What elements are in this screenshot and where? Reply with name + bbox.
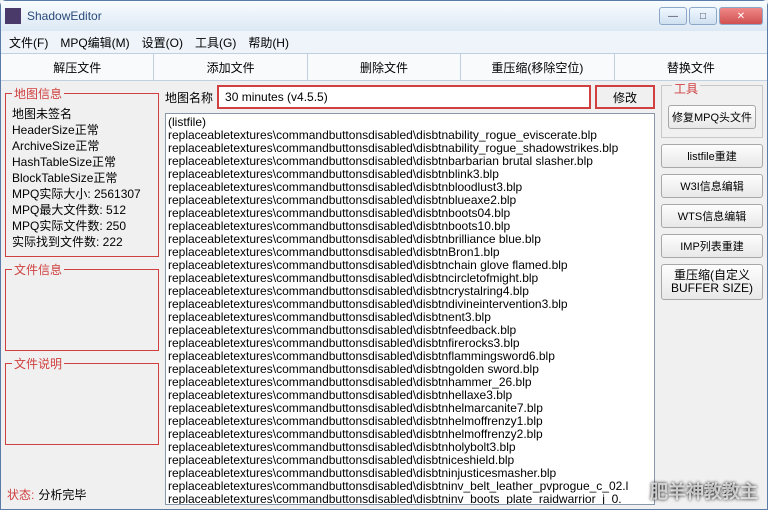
mapinfo-line: HashTableSize正常: [12, 154, 152, 170]
status-label: 状态:: [7, 486, 34, 503]
status-value: 分析完毕: [38, 486, 86, 503]
status-bar: 状态: 分析完毕: [5, 484, 159, 505]
app-icon: [5, 8, 21, 24]
file-listbox[interactable]: (listfile)replaceabletextures\commandbut…: [165, 113, 655, 505]
menu-help[interactable]: 帮助(H): [248, 34, 289, 51]
tools-legend: 工具: [672, 81, 700, 97]
mapinfo-line: HeaderSize正常: [12, 122, 152, 138]
tools-group: 工具 修复MPQ头文件: [661, 85, 763, 138]
mapinfo-group: 地图信息 地图未签名HeaderSize正常ArchiveSize正常HashT…: [5, 85, 159, 257]
mapinfo-line: MPQ实际大小: 2561307: [12, 186, 152, 202]
menubar: 文件(F) MPQ编辑(M) 设置(O) 工具(G) 帮助(H): [1, 31, 767, 53]
mapinfo-line: MPQ最大文件数: 512: [12, 202, 152, 218]
mapname-input[interactable]: [217, 85, 591, 109]
tbtn-extract[interactable]: 解压文件: [1, 54, 154, 80]
modify-button[interactable]: 修改: [595, 85, 655, 109]
tbtn-add[interactable]: 添加文件: [154, 54, 307, 80]
mapinfo-legend: 地图信息: [12, 85, 64, 102]
mapinfo-line: ArchiveSize正常: [12, 138, 152, 154]
menu-mpqedit[interactable]: MPQ编辑(M): [60, 34, 129, 51]
close-button[interactable]: ✕: [719, 7, 763, 25]
filedesc-legend: 文件说明: [12, 355, 64, 372]
file-row[interactable]: replaceabletextures\commandbuttonsdisabl…: [168, 493, 652, 505]
mapinfo-line: BlockTableSize正常: [12, 170, 152, 186]
center-panel: 地图名称 修改 (listfile)replaceabletextures\co…: [163, 81, 657, 509]
titlebar[interactable]: ShadowEditor — □ ✕: [1, 1, 767, 31]
right-panel: 工具 修复MPQ头文件 listfile重建 W3I信息编辑 WTS信息编辑 I…: [657, 81, 767, 509]
rbtn-fixmpq[interactable]: 修复MPQ头文件: [668, 105, 756, 129]
tbtn-replace[interactable]: 替换文件: [615, 54, 767, 80]
rbtn-listfile[interactable]: listfile重建: [661, 144, 763, 168]
mapinfo-line: MPQ实际文件数: 250: [12, 218, 152, 234]
menu-settings[interactable]: 设置(O): [142, 34, 183, 51]
menu-tools[interactable]: 工具(G): [195, 34, 236, 51]
rbtn-wts[interactable]: WTS信息编辑: [661, 204, 763, 228]
fileinfo-legend: 文件信息: [12, 261, 64, 278]
window-title: ShadowEditor: [27, 9, 659, 23]
left-panel: 地图信息 地图未签名HeaderSize正常ArchiveSize正常HashT…: [1, 81, 163, 509]
rbtn-recompress-custom[interactable]: 重压缩(自定义 BUFFER SIZE): [661, 264, 763, 300]
fileinfo-group: 文件信息: [5, 261, 159, 351]
mapinfo-line: 地图未签名: [12, 106, 152, 122]
minimize-button[interactable]: —: [659, 7, 687, 25]
mapinfo-line: 实际找到文件数: 222: [12, 234, 152, 250]
rbtn-w3i[interactable]: W3I信息编辑: [661, 174, 763, 198]
mapname-label: 地图名称: [165, 89, 213, 106]
filedesc-group: 文件说明: [5, 355, 159, 445]
tbtn-delete[interactable]: 删除文件: [308, 54, 461, 80]
rbtn-imp[interactable]: IMP列表重建: [661, 234, 763, 258]
maximize-button[interactable]: □: [689, 7, 717, 25]
app-window: ShadowEditor — □ ✕ 文件(F) MPQ编辑(M) 设置(O) …: [0, 0, 768, 510]
toolbar: 解压文件 添加文件 删除文件 重压缩(移除空位) 替换文件: [1, 53, 767, 81]
tbtn-recompress[interactable]: 重压缩(移除空位): [461, 54, 614, 80]
menu-file[interactable]: 文件(F): [9, 34, 48, 51]
